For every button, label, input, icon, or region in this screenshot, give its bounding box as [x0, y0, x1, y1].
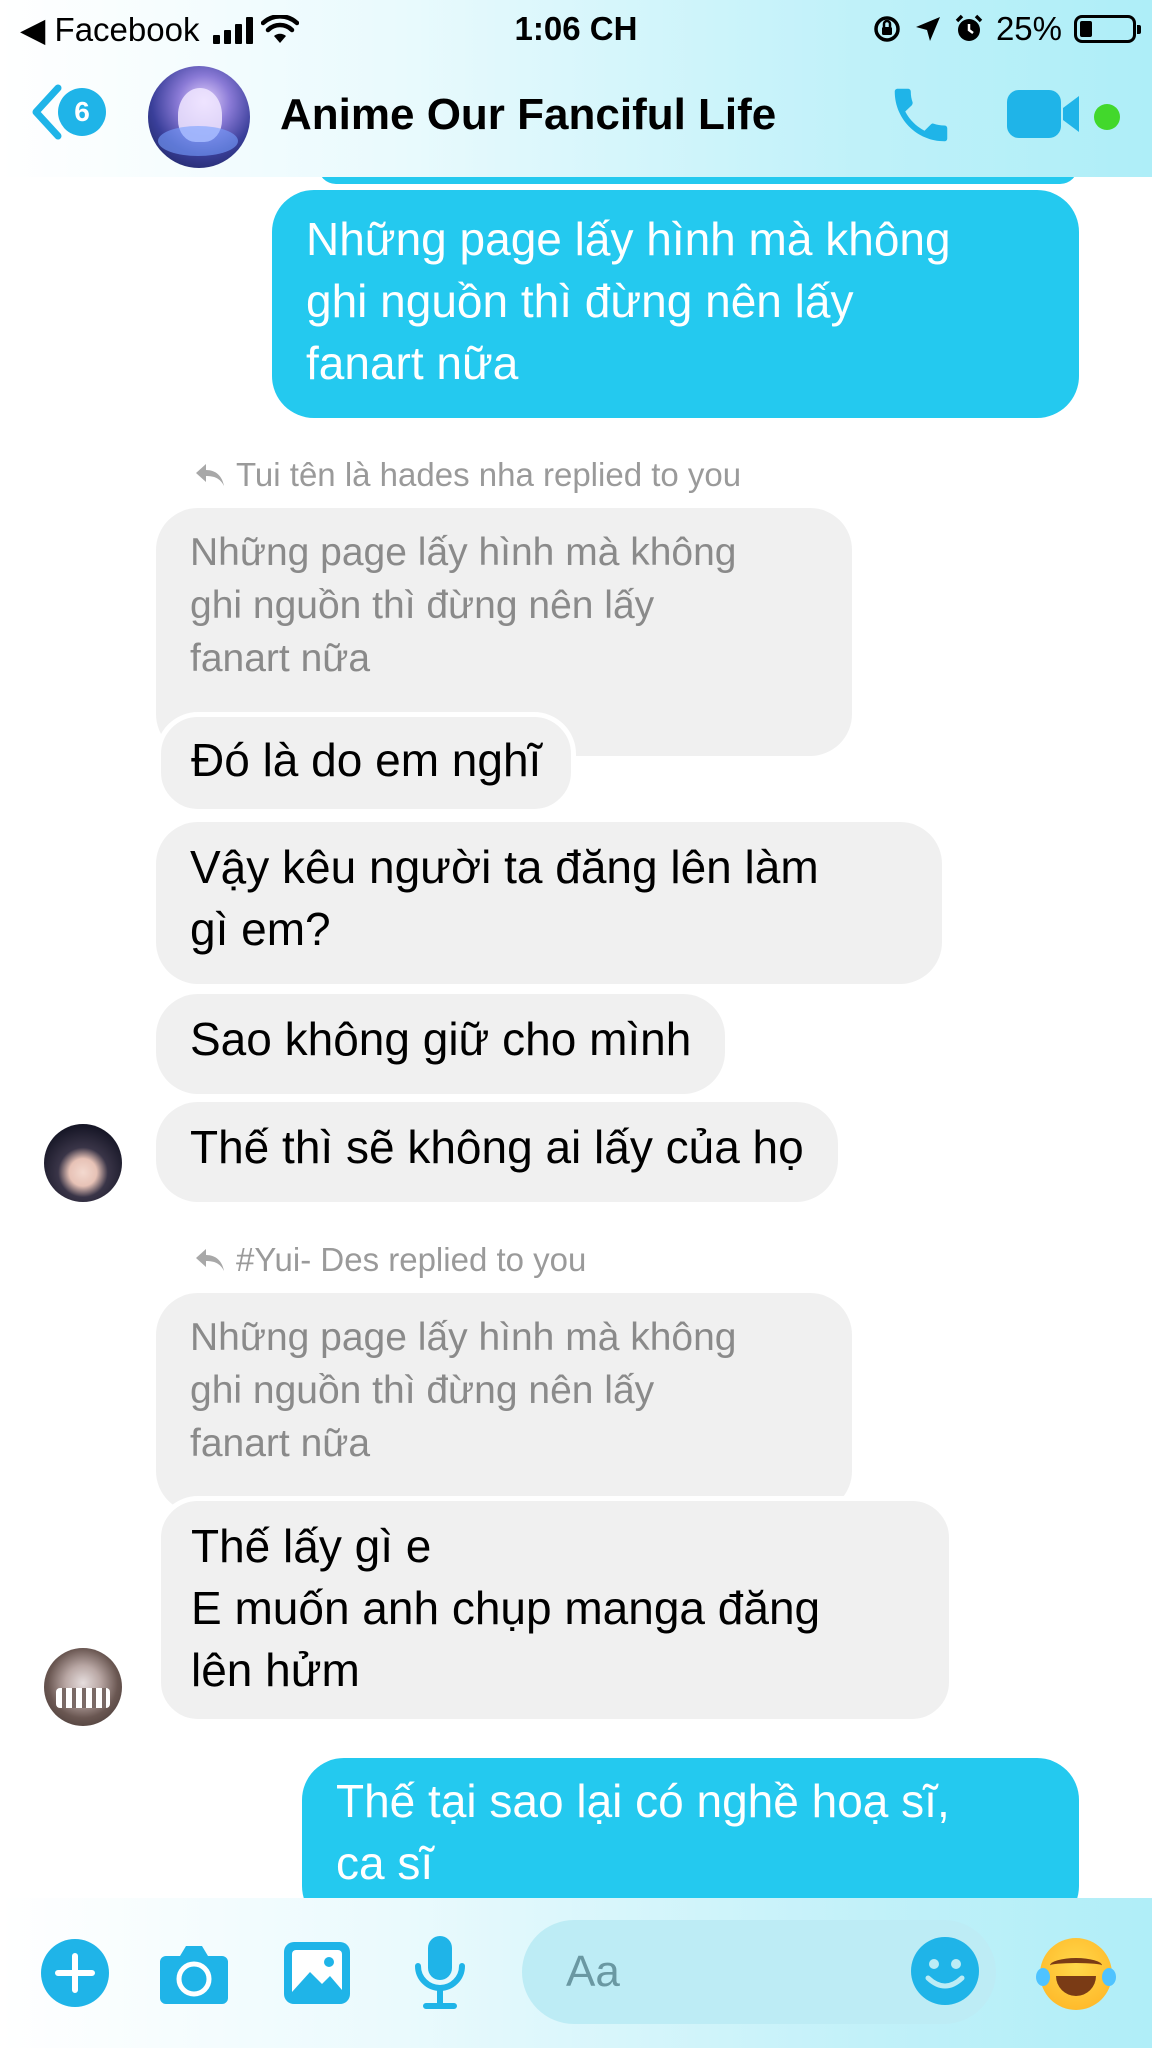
reply-arrow-icon — [196, 1249, 224, 1271]
more-actions-button[interactable] — [40, 1938, 110, 2013]
plus-icon — [41, 1939, 109, 2007]
composer-bar — [0, 1898, 1152, 2048]
message-text: Đó là do em nghĩ — [191, 734, 542, 786]
location-icon — [915, 17, 940, 41]
incoming-message-5[interactable]: Thế lấy gì e E muốn anh chụp manga đăng … — [156, 1496, 954, 1724]
message-text: Sao không giữ cho mình — [190, 1013, 692, 1065]
message-line: Thế lấy gì e — [191, 1520, 432, 1572]
alarm-icon — [955, 14, 983, 41]
message-line: fanart nữa — [306, 337, 519, 389]
microphone-icon — [415, 1936, 465, 2009]
quote-line: fanart nữa — [190, 1422, 371, 1465]
message-line: Thế tại sao lại có nghề hoạ sĩ, — [336, 1775, 950, 1827]
incoming-message-2[interactable]: Vậy kêu người ta đăng lên làm gì em? — [156, 822, 942, 984]
video-call-button[interactable] — [1005, 86, 1085, 147]
message-line: Những page lấy hình mà không — [306, 213, 951, 265]
incoming-message-4[interactable]: Thế thì sẽ không ai lấy của họ — [156, 1102, 838, 1202]
gallery-button[interactable] — [282, 1940, 352, 2011]
chat-title[interactable]: Anime Our Fanciful Life — [280, 90, 776, 140]
battery-icon — [1074, 15, 1141, 43]
battery-percent: 25% — [995, 10, 1062, 47]
incoming-message-1[interactable]: Đó là do em nghĩ — [156, 712, 577, 814]
message-line: lên hửm — [191, 1644, 360, 1696]
reply-arrow-icon — [196, 464, 224, 486]
top-bar: ◀ Facebook 1:06 CH 25% 6 Anime Our Fanci… — [0, 0, 1152, 177]
quote-line: Những page lấy hình mà không — [190, 1316, 737, 1359]
call-button[interactable] — [886, 80, 956, 155]
incoming-message-3[interactable]: Sao không giữ cho mình — [156, 994, 726, 1094]
sender-avatar-1[interactable] — [44, 1124, 122, 1202]
message-line: gì em? — [190, 903, 331, 955]
message-line: E muốn anh chụp manga đăng — [191, 1582, 821, 1634]
status-bar: ◀ Facebook 1:06 CH 25% — [0, 0, 1152, 58]
sender-avatar-2[interactable] — [44, 1648, 122, 1726]
voice-message-button[interactable] — [412, 1934, 468, 2015]
message-line: ca sĩ — [336, 1837, 434, 1889]
message-input-box[interactable] — [522, 1920, 996, 2024]
quote-line: Những page lấy hình mà không — [190, 531, 737, 574]
image-icon — [284, 1942, 350, 2004]
reply-indicator-2: #Yui- Des replied to you — [194, 1241, 586, 1279]
quote-line: ghi nguồn thì đừng nên lấy — [190, 1369, 655, 1412]
quoted-message-2[interactable]: Những page lấy hình mà không ghi nguồn t… — [156, 1293, 852, 1513]
phone-icon — [894, 88, 948, 142]
chat-header: 6 Anime Our Fanciful Life — [0, 62, 1152, 172]
rotation-lock-icon — [874, 16, 900, 42]
quote-line: fanart nữa — [190, 637, 371, 680]
reply-indicator-text: #Yui- Des replied to you — [236, 1241, 587, 1278]
message-line: Vậy kêu người ta đăng lên làm — [190, 841, 819, 893]
reply-indicator-1: Tui tên là hades nha replied to you — [194, 456, 741, 494]
online-status-dot — [1094, 104, 1120, 130]
laughing-emoji-icon[interactable] — [1036, 1938, 1116, 2010]
status-right: 25% — [872, 10, 1141, 48]
message-input[interactable] — [566, 1942, 866, 2002]
camera-icon — [160, 1946, 228, 2004]
message-line: ghi nguồn thì đừng nên lấy — [306, 275, 854, 327]
camera-button[interactable] — [158, 1940, 230, 2011]
group-avatar[interactable] — [148, 66, 250, 168]
outgoing-message-1[interactable]: Những page lấy hình mà không ghi nguồn t… — [272, 190, 1079, 418]
back-button[interactable]: 6 — [30, 84, 106, 140]
emoji-smile-icon — [911, 1937, 979, 2005]
message-text: Thế thì sẽ không ai lấy của họ — [190, 1121, 804, 1173]
unread-count-badge: 6 — [58, 88, 106, 136]
video-camera-icon — [1007, 90, 1079, 138]
emoji-button[interactable] — [910, 1936, 980, 2011]
quote-line: ghi nguồn thì đừng nên lấy — [190, 584, 655, 627]
reply-indicator-text: Tui tên là hades nha replied to you — [236, 456, 742, 493]
